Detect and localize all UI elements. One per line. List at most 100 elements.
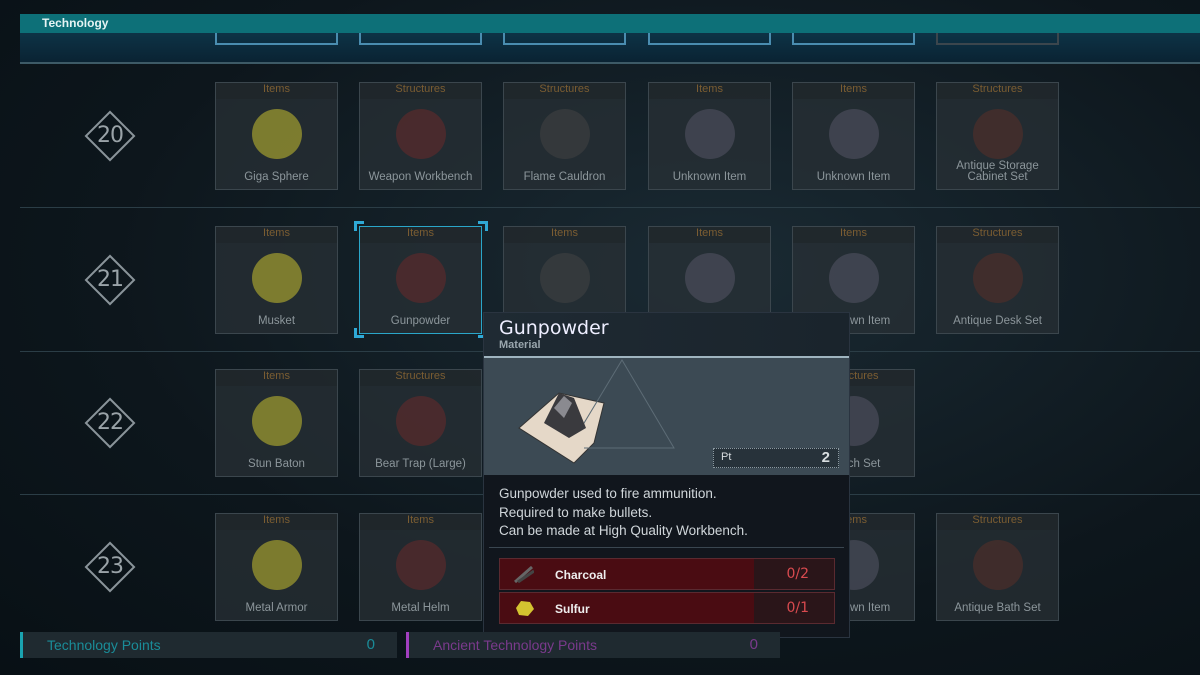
item-image-icon [973,540,1023,590]
tech-cell-partial[interactable] [503,33,626,45]
item-image-icon [396,253,446,303]
item-image-icon [973,253,1023,303]
item-image-icon [685,253,735,303]
cell-category: Items [216,83,337,99]
previous-level-strip [20,33,1200,64]
item-image-icon [252,253,302,303]
cell-category: Items [649,227,770,243]
cell-name: Antique Storage Cabinet Set [956,160,1039,183]
item-image-icon [829,109,879,159]
tooltip-description: Gunpowder used to fire ammunition. Requi… [484,475,849,547]
cell-name: Giga Sphere [244,171,309,183]
charcoal-icon [514,565,534,583]
cell-category: Items [216,227,337,243]
requirement-count: 0/2 [786,566,809,582]
points-value: 2 [821,449,830,466]
item-image-icon [685,109,735,159]
level-badge: 22 [82,395,138,451]
ancient-technology-points-label: Ancient Technology Points [433,637,597,653]
tech-cell[interactable]: Items Gunpowder [359,226,482,334]
item-image-icon [396,540,446,590]
cell-name: Bear Trap (Large) [375,458,466,470]
description-line: Required to make bullets. [499,504,653,520]
selection-corner [354,221,364,231]
cell-name: Stun Baton [248,458,305,470]
row-divider [20,207,1200,208]
cell-name: Antique Desk Set [953,315,1042,327]
item-image-icon [252,540,302,590]
cell-category: Items [504,227,625,243]
page-title: Technology [42,16,109,30]
cell-category: Items [793,227,914,243]
level-badge: 20 [82,108,138,164]
tech-cell[interactable]: Structures Antique Storage Cabinet Set [936,82,1059,190]
level-badge: 21 [82,252,138,308]
cell-name: Weapon Workbench [368,171,473,183]
tech-cell[interactable]: Items Unknown Item [792,82,915,190]
tech-cell[interactable]: Items Stun Baton [215,369,338,477]
tooltip-type: Material [499,339,541,351]
item-tooltip: Gunpowder Material Pt 2 Gunpowder used to… [483,312,850,638]
sulfur-icon [516,601,534,616]
points-label: Pt [721,451,732,463]
tech-cell[interactable]: Items Metal Helm [359,513,482,621]
cell-category: Structures [937,514,1058,530]
item-image-icon [252,396,302,446]
requirement-name: Charcoal [555,568,607,582]
tech-cell[interactable]: Items Giga Sphere [215,82,338,190]
technology-points-bar: Technology Points 0 [20,632,397,658]
cell-name: Metal Armor [245,602,308,614]
level-number: 22 [97,410,124,435]
tech-cell-partial[interactable] [215,33,338,45]
technology-header: Technology [20,14,1200,33]
item-image-icon [396,396,446,446]
requirement-name: Sulfur [555,602,590,616]
tech-cell[interactable]: Structures Flame Cauldron [503,82,626,190]
item-image-icon [540,109,590,159]
tech-cell-partial[interactable] [359,33,482,45]
level-badge: 23 [82,539,138,595]
selection-corner [478,221,488,231]
tech-cell[interactable]: Structures Antique Desk Set [936,226,1059,334]
cell-category: Items [216,514,337,530]
tech-cell-partial[interactable] [792,33,915,45]
cell-category: Items [360,227,481,243]
tech-cell-partial[interactable] [936,33,1059,45]
points-cost: Pt 2 [713,448,839,468]
cell-name: Unknown Item [672,171,747,183]
cell-category: Structures [937,83,1058,99]
cell-name: Musket [257,315,296,327]
cell-name: Flame Cauldron [523,171,606,183]
tooltip-title: Gunpowder [499,317,609,339]
description-line: Can be made at High Quality Workbench. [499,523,748,538]
technology-points-label: Technology Points [47,637,161,653]
tech-cell[interactable]: Structures Antique Bath Set [936,513,1059,621]
tech-cell-partial[interactable] [648,33,771,45]
cell-name: Unknown Item [816,171,891,183]
item-image-icon [973,109,1023,159]
ancient-technology-points-bar: Ancient Technology Points 0 [406,632,780,658]
cell-category: Structures [360,370,481,386]
tech-cell[interactable]: Items Musket [215,226,338,334]
cell-category: Structures [504,83,625,99]
tech-cell[interactable]: Items Metal Armor [215,513,338,621]
divider [489,547,844,548]
item-image-icon [829,253,879,303]
cell-category: Items [216,370,337,386]
cell-name: Metal Helm [391,602,450,614]
item-image-icon [396,109,446,159]
tech-cell[interactable]: Items Unknown Item [648,82,771,190]
ancient-technology-points-value: 0 [749,636,758,653]
cell-category: Structures [360,83,481,99]
requirement-count: 0/1 [786,600,809,616]
tech-cell[interactable]: Structures Weapon Workbench [359,82,482,190]
tech-cell[interactable]: Structures Bear Trap (Large) [359,369,482,477]
level-number: 21 [97,267,124,292]
selection-corner [354,328,364,338]
cell-name: Antique Bath Set [954,602,1041,614]
technology-points-value: 0 [366,636,375,653]
cell-name: Gunpowder [390,315,451,327]
level-number: 23 [97,554,124,579]
tooltip-image-area: Pt 2 [484,358,849,475]
requirement-sulfur: Sulfur 0/1 [499,592,835,624]
